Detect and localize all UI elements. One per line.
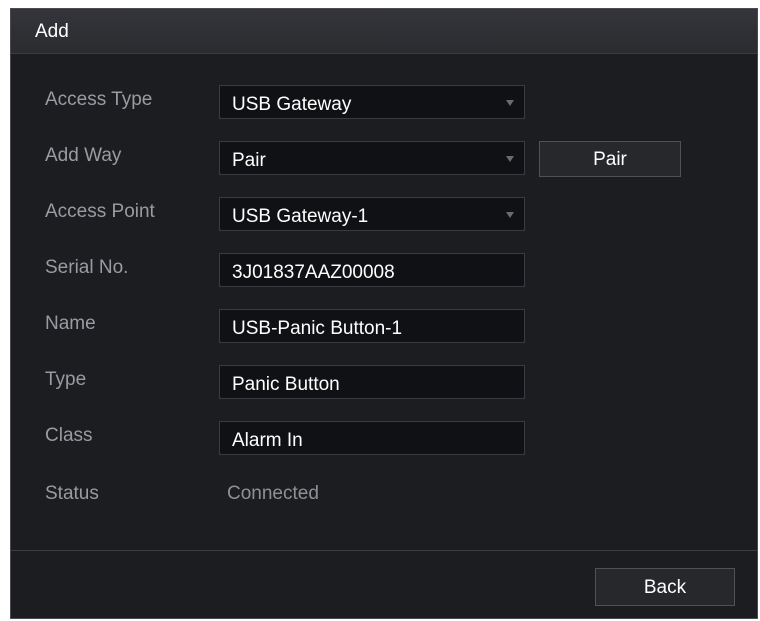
add-dialog: Add Access Type USB Gateway Add Way Pair… xyxy=(10,8,758,619)
back-button[interactable]: Back xyxy=(595,568,735,606)
class-field[interactable]: Alarm In xyxy=(219,421,525,455)
chevron-down-icon xyxy=(506,212,514,218)
name-field[interactable]: USB-Panic Button-1 xyxy=(219,309,525,343)
add-way-select[interactable]: Pair xyxy=(219,141,525,175)
serial-no-field[interactable]: 3J01837AAZ00008 xyxy=(219,253,525,287)
class-value: Alarm In xyxy=(232,430,303,451)
access-type-label: Access Type xyxy=(45,89,153,110)
chevron-down-icon xyxy=(506,100,514,106)
type-value: Panic Button xyxy=(232,374,340,395)
name-value: USB-Panic Button-1 xyxy=(232,318,403,339)
name-label: Name xyxy=(45,313,96,334)
type-label: Type xyxy=(45,369,87,390)
access-point-label: Access Point xyxy=(45,201,155,222)
type-field[interactable]: Panic Button xyxy=(219,365,525,399)
serial-no-value: 3J01837AAZ00008 xyxy=(232,262,395,283)
access-type-select[interactable]: USB Gateway xyxy=(219,85,525,119)
status-value: Connected xyxy=(227,483,319,504)
dialog-title: Add xyxy=(35,21,69,42)
add-way-value: Pair xyxy=(232,150,266,171)
access-point-select[interactable]: USB Gateway-1 xyxy=(219,197,525,231)
serial-no-label: Serial No. xyxy=(45,257,129,278)
dialog-titlebar: Add xyxy=(11,9,757,54)
pair-button[interactable]: Pair xyxy=(539,141,681,177)
footer-divider xyxy=(11,550,757,551)
status-label: Status xyxy=(45,483,99,504)
access-type-value: USB Gateway xyxy=(232,94,352,115)
chevron-down-icon xyxy=(506,156,514,162)
class-label: Class xyxy=(45,425,93,446)
add-way-label: Add Way xyxy=(45,145,122,166)
access-point-value: USB Gateway-1 xyxy=(232,206,369,227)
